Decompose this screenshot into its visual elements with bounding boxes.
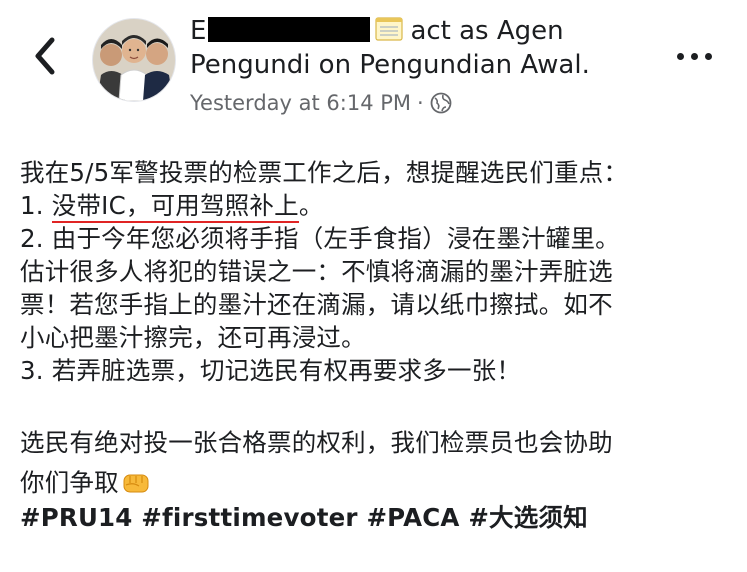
post-timestamp[interactable]: Yesterday at 6:14 PM (190, 89, 411, 117)
globe-icon[interactable] (430, 92, 452, 114)
fist-emoji-icon (123, 474, 149, 493)
avatar[interactable] (92, 18, 176, 102)
hashtag-row: #PRU14 #firsttimevoter #PACA #大选须知 (20, 501, 735, 534)
post-line: 估计很多人将犯的错误之一：不慎将滴漏的墨汁弄脏选 (20, 257, 613, 286)
post-line: 2. 由于今年您必须将手指（左手食指）浸在墨汁罐里。 (20, 224, 620, 253)
post-body: 我在5/5军警投票的检票工作之后，想提醒选民们重点： 1. 没带IC，可用驾照补… (20, 156, 735, 534)
more-options-icon[interactable] (677, 50, 717, 64)
post-line: 3. 若弄脏选票，切记选民有权再要求多一张！ (20, 356, 522, 385)
notepad-emoji-icon (375, 17, 404, 41)
author-activity-line2: Pengundi on Pengundian Awal. (190, 50, 590, 80)
underlined-text: 没带IC，可用驾照补上 (51, 191, 299, 223)
post-line: 我在5/5军警投票的检票工作之后，想提醒选民们重点： (20, 158, 629, 187)
post-line: 1. 没带IC，可用驾照补上。 (20, 189, 735, 223)
post-line: 选民有绝对投一张合格票的权利，我们检票员也会协助 (20, 428, 613, 457)
redaction-bar (208, 17, 371, 42)
author-activity: act as Agen (410, 16, 564, 46)
post-line: 小心把墨汁擦完，还可再浸过。 (20, 323, 366, 352)
post-line: 你们争取 (20, 466, 735, 499)
post-meta: Yesterday at 6:14 PM · (190, 89, 452, 117)
hashtag-link[interactable]: #PACA (366, 503, 459, 532)
post-line-text: 你们争取 (20, 468, 119, 497)
hashtag-link[interactable]: #PRU14 (20, 503, 133, 532)
list-number: 1. (20, 191, 52, 220)
hashtag-link[interactable]: #firsttimevoter (141, 503, 357, 532)
meta-separator: · (417, 91, 424, 115)
post-header: E act as Agen Pengundi on Pengundian Awa… (190, 14, 660, 82)
post-line: 票！若您手指上的墨汁还在滴漏，请以纸巾擦拭。如不 (20, 290, 613, 319)
author-name[interactable]: E (190, 16, 206, 46)
line-suffix: 。 (298, 191, 324, 220)
hashtag-link[interactable]: #大选须知 (468, 503, 588, 532)
chevron-left-icon[interactable] (30, 36, 60, 76)
